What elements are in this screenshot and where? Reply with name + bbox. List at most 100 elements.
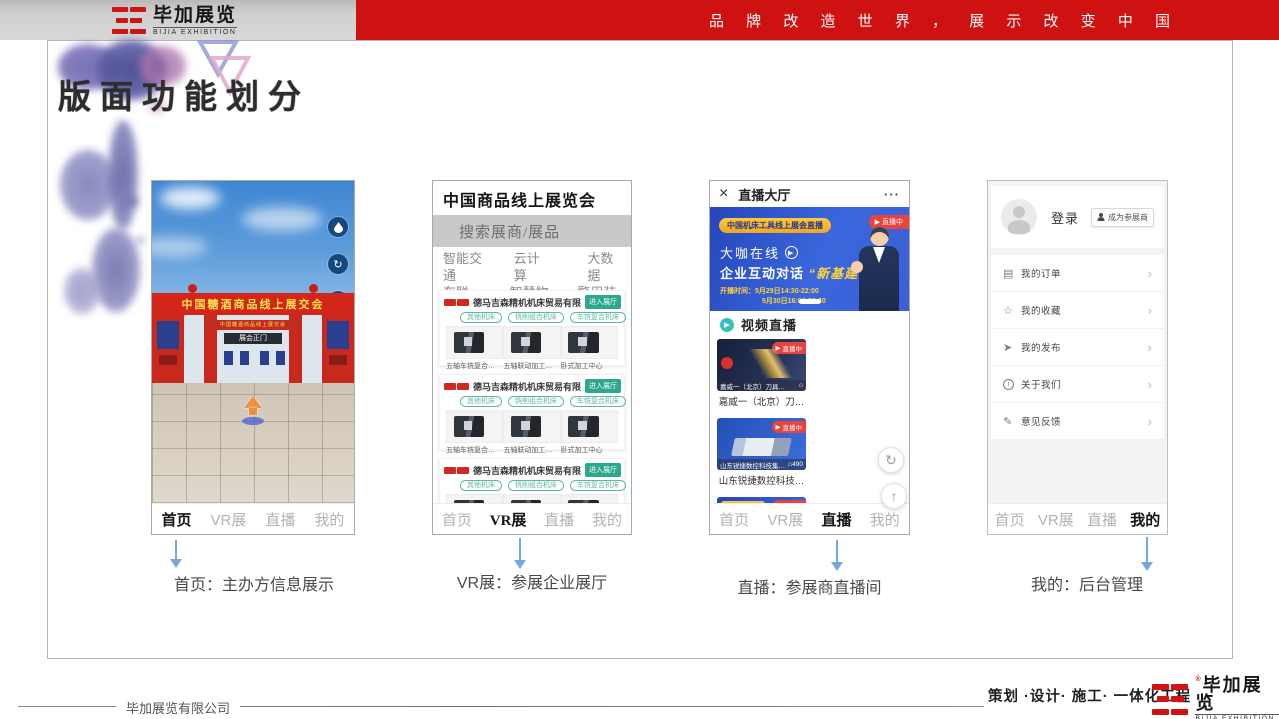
product-image (446, 326, 503, 359)
footer-company-name: 毕加展览有限公司 (116, 698, 240, 717)
tab-home[interactable]: 首页 (442, 509, 472, 530)
footer-bijia-logo: ®毕加展览 BIJIA EXHIBITION (1152, 676, 1279, 719)
tab-bar: 首页 VR展 直播 我的 (710, 503, 909, 534)
chevron-right-icon: › (1148, 303, 1152, 318)
video-live-title: 视频直播 (741, 315, 797, 334)
gate-pillar-right (322, 315, 354, 383)
live-banner[interactable]: 中国机床工具线上展会直播 ▶直播中 大咖在线▶ 企业互动对话 “新基建” 开播时… (710, 207, 909, 311)
refresh-fab-button[interactable]: ↻ (878, 447, 904, 473)
rotate-button[interactable]: ↻ (328, 254, 348, 274)
enter-hall-button[interactable]: 进入展厅 (585, 463, 621, 477)
tab-home[interactable]: 首页 (719, 509, 749, 530)
registered-mark: ® (1195, 676, 1202, 683)
avatar (1001, 199, 1037, 235)
tab-mine[interactable]: 我的 (592, 509, 622, 530)
live-card[interactable]: ▶直播中 山东锐捷数控科技集…⌂490 山东锐捷数控科技… (717, 418, 806, 487)
banner-line2: 企业互动对话 “新基建” (720, 263, 866, 282)
tab-vr[interactable]: VR展 (490, 509, 527, 530)
video-live-section-header: ▶ 视频直播 (710, 311, 909, 338)
tab-vr[interactable]: VR展 (211, 509, 247, 530)
product-image (561, 326, 618, 359)
product-item[interactable]: 五轴车铣复合… (446, 494, 503, 503)
live-badge: ▶直播中 (772, 421, 807, 433)
tab-mine[interactable]: 我的 (1130, 509, 1160, 530)
publish-icon: ➤ (1003, 341, 1021, 354)
logo-subtitle: BIJIA EXHIBITION (1195, 714, 1279, 719)
exhibitor-name: 德马吉森精机机床贸易有限 (473, 296, 581, 309)
exhibitor-name: 德马吉森精机机床贸易有限 (473, 464, 581, 477)
exhibitor-logo-icon (444, 383, 469, 390)
pointer-arrow (175, 540, 177, 560)
top-bar-red: 品 牌 改 造 世 界 ， 展 示 改 变 中 国 (356, 0, 1279, 40)
menu-item-posts[interactable]: ➤ 我的发布 › (991, 329, 1164, 366)
product-tag: 铣削组合机床 (508, 312, 564, 323)
menu-item-feedback[interactable]: ✎ 意见反馈 › (991, 403, 1164, 440)
cartoon-host-illustration (851, 227, 903, 311)
menu-item-orders[interactable]: ▤ 我的订单 › (991, 255, 1164, 292)
tab-live[interactable]: 直播 (1087, 509, 1117, 530)
product-item[interactable]: 五轴联动加工… (503, 326, 560, 371)
exhibitor-card[interactable]: 德马吉森精机机床贸易有限 进入展厅 其他机床 铣削组合机床 车铣复合机床 五轴车… (439, 458, 625, 503)
bijia-logo-icon (1152, 684, 1188, 715)
bijia-logo-icon (112, 7, 146, 34)
tab-bar: 首页 VR展 直播 我的 (433, 503, 631, 534)
logo-subtitle: BIJIA EXHIBITION (153, 27, 237, 36)
category-item[interactable]: 云计算 (514, 250, 548, 284)
tab-bar: 首页 VR展 直播 我的 (988, 503, 1167, 534)
live-card-caption: 山东锐捷数控科技… (717, 473, 806, 487)
phone-home-screenshot: ↻ 中国糖酒商品线上展交会 中国糖酒商品线上展交会 展会正 (151, 180, 355, 535)
tab-mine[interactable]: 我的 (870, 509, 900, 530)
more-icon[interactable]: ··· (884, 187, 900, 202)
tab-vr[interactable]: VR展 (1038, 509, 1074, 530)
chevron-right-icon: › (1148, 340, 1152, 355)
product-item[interactable]: 五轴联动加工… (503, 410, 560, 455)
gate-mini-banner: 中国糖酒商品线上展交会 (205, 320, 301, 330)
profile-menu: ▤ 我的订单 › ☆ 我的收藏 › ➤ 我的发布 › i 关于我们 › ✎ 意见 (991, 255, 1164, 440)
exhibitor-card[interactable]: 德马吉森精机机床贸易有限 进入展厅 其他机床 铣削组合机床 车铣复合机床 五轴车… (439, 290, 625, 366)
product-tag: 车铣复合机床 (570, 480, 626, 491)
home-icon: ⌂ (799, 382, 803, 389)
caption-live: 直播：参展商直播间 (707, 574, 912, 598)
product-item[interactable]: 五轴联动加工… (503, 494, 560, 503)
category-item[interactable]: 智能交通 (443, 250, 488, 284)
tab-live[interactable]: 直播 (544, 509, 574, 530)
enter-hall-button[interactable]: 进入展厅 (585, 295, 621, 309)
play-circle-icon[interactable]: ▶ (785, 246, 798, 259)
live-card[interactable]: ▶直播中 嘉威一（北京）刀具…⌂ 嘉威一（北京）刀… (717, 339, 806, 408)
gate-pillar-left (152, 315, 184, 383)
play-icon: ▶ (875, 218, 880, 226)
tab-live[interactable]: 直播 (822, 509, 852, 530)
logo-name: 毕加展览 (1195, 675, 1262, 713)
back-to-top-button[interactable]: ↑ (881, 483, 907, 509)
login-label[interactable]: 登录 (1051, 208, 1079, 227)
walk-forward-arrow-stem (249, 408, 257, 415)
up-arrow-icon: ↑ (891, 488, 898, 504)
product-image (503, 410, 560, 443)
droplet-button[interactable] (328, 217, 348, 237)
tab-mine[interactable]: 我的 (314, 509, 344, 530)
exhibitor-badge-icon (721, 357, 733, 369)
tab-live[interactable]: 直播 (265, 509, 295, 530)
menu-item-about[interactable]: i 关于我们 › (991, 366, 1164, 403)
gate-banner-text: 中国糖酒商品线上展交会 (152, 293, 354, 315)
refresh-icon: ↻ (885, 452, 897, 469)
close-icon[interactable]: × (719, 186, 728, 202)
product-item[interactable]: 五轴车铣复合… (446, 326, 503, 371)
category-item[interactable]: 大数据 (587, 250, 621, 284)
enter-hall-button[interactable]: 进入展厅 (585, 379, 621, 393)
tab-home[interactable]: 首页 (995, 509, 1025, 530)
product-item[interactable]: 卧式加工中心 (561, 326, 618, 371)
search-input[interactable]: 搜索展商/展品 (433, 215, 631, 247)
product-item[interactable]: 五轴车铣复合… (446, 410, 503, 455)
live-card-caption: 嘉威一（北京）刀… (717, 394, 806, 408)
gate-ball-right (309, 284, 318, 293)
walk-forward-arrow-icon[interactable] (244, 396, 262, 408)
exhibitor-card[interactable]: 德马吉森精机机床贸易有限 进入展厅 其他机床 铣削组合机床 车铣复合机床 五轴车… (439, 374, 625, 450)
become-exhibitor-button[interactable]: 成为参展商 (1091, 208, 1154, 227)
product-item[interactable]: 卧式加工中心 (561, 410, 618, 455)
menu-item-favorites[interactable]: ☆ 我的收藏 › (991, 292, 1164, 329)
product-tag: 车铣复合机床 (570, 312, 626, 323)
product-item[interactable]: 卧式加工中心 (561, 494, 618, 503)
tab-home[interactable]: 首页 (162, 509, 192, 530)
tab-vr[interactable]: VR展 (767, 509, 803, 530)
